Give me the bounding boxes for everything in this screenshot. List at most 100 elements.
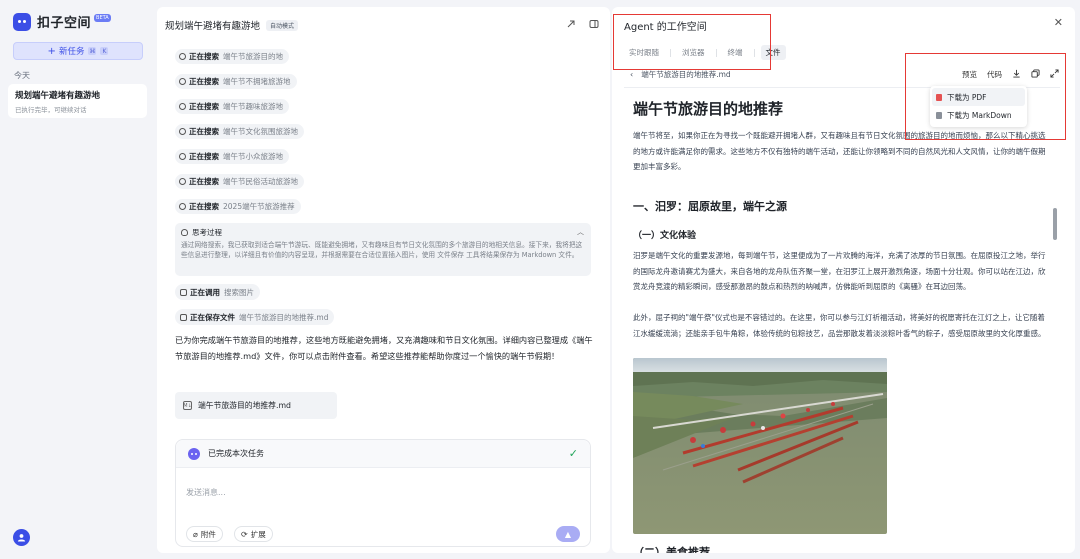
search-step-query: 端午节不拥堵旅游地 [223,77,291,86]
section-today: 今天 [14,71,30,80]
save-file-verb: 正在保存文件 [190,312,235,322]
thinking-title: 思考过程 [192,228,222,237]
user-icon [17,534,26,542]
search-step-verb: 正在搜索 [189,77,219,86]
user-avatar[interactable] [13,529,30,546]
extend-button[interactable]: ⟳ 扩展 [234,526,273,542]
search-step[interactable]: 正在搜索 2025端午节旅游推荐 [175,199,301,214]
file-save-icon [180,313,187,321]
document-paragraph: 此外，屈子祠的"端午祭"仪式也是不容错过的。在这里，你可以参与江灯祈福活动，将美… [633,313,1046,338]
search-step[interactable]: 正在搜索 端午节趣味旅游地 [175,99,289,114]
task-status-row: 已完成本次任务 ✓ [176,440,590,468]
search-icon [179,178,186,185]
composer: 已完成本次任务 ✓ ⌀ 附件 ⟳ 扩展 ▲ [175,439,591,547]
tab-browser[interactable]: 浏览器 [677,45,710,60]
tab-divider [753,48,755,57]
document-paragraph: 汨罗是端午文化的重要发源地，每到端午节，这里便成为了一片欢腾的海洋，充满了浓厚的… [633,251,1046,291]
save-file-step[interactable]: 正在保存文件 端午节旅游目的地推荐.md [175,309,335,325]
search-step-query: 端午节旅游目的地 [223,52,283,61]
search-step-query: 端午节趣味旅游地 [223,102,283,111]
thinking-body: 通过网络搜索，我已获取到适合端午节游玩、既能避免拥堵，又有趣味且有节日文化氛围的… [181,241,583,259]
search-step-verb: 正在搜索 [189,127,219,136]
tool-call-target: 搜索图片 [224,287,254,297]
assistant-answer: 已为你完成端午节旅游目的地推荐，这些地方既能避免拥堵，又充满趣味和节日文化氛围。… [175,335,593,361]
shortcut-key-icon: ⌘ [88,47,97,55]
dragon-boat-photo [633,358,887,534]
tab-divider [670,48,671,57]
send-icon: ▲ [564,529,572,539]
chat-header: 规划端午避堵有趣游地 自动模式 [165,18,299,32]
workspace-panel: Agent 的工作空间 ✕ 实时跟随 浏览器 终端 文件 ‹ 端午节旅游目的地推… [612,7,1075,553]
mode-badge[interactable]: 自动模式 [266,19,299,31]
markdown-file-icon: M↓ [183,401,192,410]
send-button[interactable]: ▲ [556,526,580,542]
thinking-panel[interactable]: 思考过程 ︿ 通过网络搜索，我已获取到适合端午节游玩、既能避免拥堵，又有趣味且有… [175,223,591,276]
search-step-query: 端午节民俗活动旅游地 [223,177,298,186]
preview-button[interactable]: 预览 [962,69,977,80]
search-step[interactable]: 正在搜索 端午节旅游目的地 [175,49,289,64]
document-viewer[interactable]: 端午节旅游目的地推荐 端午节将至，如果你正在为寻找一个既能避开拥堵人群，又有趣味… [624,87,1060,553]
download-markdown-item[interactable]: 下载为 MarkDown [932,106,1025,124]
logo-icon [13,12,31,31]
expand-icon[interactable] [1050,69,1059,80]
tab-divider [715,48,717,57]
attach-label: 附件 [200,529,216,539]
tab-files[interactable]: 文件 [760,45,786,60]
tab-terminal[interactable]: 终端 [723,45,748,60]
download-pdf-item[interactable]: 下载为 PDF [932,88,1025,106]
document-path: 端午节旅游目的地推荐.md [641,70,731,79]
mode-badge-label: 自动模式 [270,22,295,30]
search-step[interactable]: 正在搜索 端午节小众旅游地 [175,149,289,164]
file-attachment[interactable]: M↓ 端午节旅游目的地推荐.md [175,392,337,419]
document-paragraph: 端午节将至，如果你正在为寻找一个既能避开拥堵人群，又有趣味且有节日文化氛围的旅游… [633,131,1046,171]
search-step-verb: 正在搜索 [189,52,219,61]
search-step-verb: 正在搜索 [189,202,219,211]
document-heading-1: 端午节旅游目的地推荐 [633,100,784,118]
file-attachment-name: 端午节旅游目的地推荐.md [198,401,291,410]
search-step[interactable]: 正在搜索 端午节文化氛围旅游地 [175,124,304,139]
task-item[interactable]: 规划端午避堵有趣游地 已执行完毕，可继续对话 [8,84,147,118]
close-icon[interactable]: ✕ [1054,16,1063,29]
collapse-icon[interactable]: ︿ [577,227,584,237]
task-subtitle: 已执行完毕，可继续对话 [15,106,87,114]
search-step-verb: 正在搜索 [189,102,219,111]
check-icon: ✓ [568,447,578,460]
tab-live-follow[interactable]: 实时跟随 [624,45,664,60]
search-step[interactable]: 正在搜索 端午节不拥堵旅游地 [175,74,297,89]
logo-text: 扣子空间 [37,16,92,31]
sidebar: 扣子空间 BETA + 新任务 ⌘ K 今天 规划端午避堵有趣游地 已执行完毕，… [0,0,155,559]
message-input[interactable] [186,488,566,497]
attach-button[interactable]: ⌀ 附件 [186,526,223,542]
search-icon [179,128,186,135]
save-file-target: 端午节旅游目的地推荐.md [239,312,329,322]
paperclip-icon: ⌀ [193,529,198,539]
beta-badge: BETA [94,13,111,22]
search-step-query: 端午节小众旅游地 [223,152,283,161]
search-icon [179,78,186,85]
share-icon[interactable] [565,19,576,30]
copy-icon[interactable] [1031,69,1040,80]
tool-call-verb: 正在调用 [190,287,220,297]
thinking-header: 思考过程 [181,227,585,238]
download-pdf-label: 下载为 PDF [947,92,987,102]
new-task-label: 新任务 [58,47,85,57]
search-step-verb: 正在搜索 [189,177,219,186]
download-menu: 下载为 PDF 下载为 MarkDown [930,86,1027,127]
image-search-icon [180,288,187,296]
chat-panel: 规划端午避堵有趣游地 自动模式 正在搜索 端午节旅游目的地 正在搜索 端午节不拥… [157,7,610,553]
search-icon [179,103,186,110]
chevron-left-icon[interactable]: ‹ [630,70,633,79]
search-step-query: 2025端午节旅游推荐 [223,202,295,211]
tool-call-step[interactable]: 正在调用 搜索图片 [175,284,260,300]
search-step[interactable]: 正在搜索 端午节民俗活动旅游地 [175,174,304,189]
extend-label: 扩展 [250,529,266,539]
chat-title: 规划端午避堵有趣游地 [165,21,261,32]
logo[interactable]: 扣子空间 BETA [13,12,111,31]
document-heading-2: 一、汨罗：屈原故里，端午之源 [633,200,787,213]
workspace-title: Agent 的工作空间 [624,22,707,33]
scrollbar-thumb[interactable] [1053,208,1057,240]
new-task-button[interactable]: + 新任务 ⌘ K [13,42,143,60]
download-icon[interactable] [1012,69,1021,80]
toggle-panel-icon[interactable] [588,19,599,30]
code-button[interactable]: 代码 [987,69,1002,80]
